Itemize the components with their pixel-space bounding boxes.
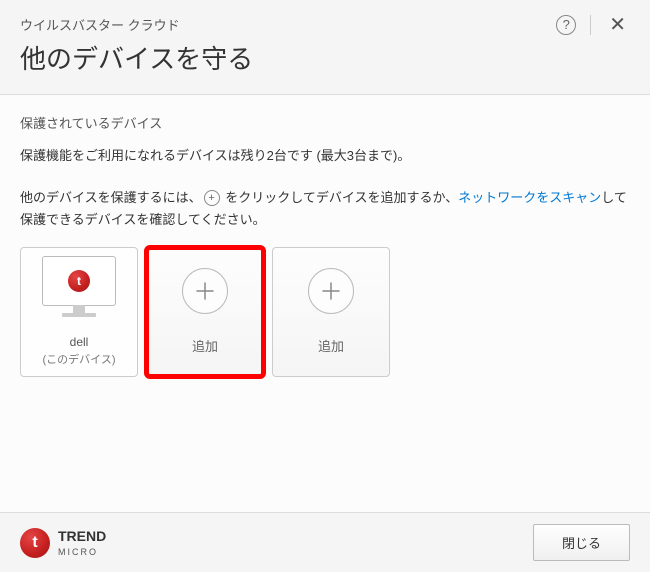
device-cards: t dell (このデバイス) 追加 追加 [20, 247, 630, 377]
monitor-icon: t [42, 256, 116, 306]
divider [590, 15, 591, 35]
help-icon[interactable]: ? [556, 15, 576, 35]
footer: t TRENDMICRO 閉じる [0, 512, 650, 572]
section-label: 保護されているデバイス [20, 113, 630, 132]
close-icon[interactable]: ✕ [605, 12, 630, 37]
trend-micro-logo-icon: t [20, 528, 50, 558]
trend-micro-icon: t [68, 270, 90, 292]
add-device-card-1[interactable]: 追加 [146, 247, 264, 377]
add-device-card-2[interactable]: 追加 [272, 247, 390, 377]
close-button[interactable]: 閉じる [533, 524, 630, 561]
add-label: 追加 [318, 336, 344, 355]
brand: t TRENDMICRO [20, 528, 106, 558]
network-scan-link[interactable]: ネットワークをスキャン [458, 190, 601, 205]
window-header: ウイルスバスター クラウド ? ✕ 他のデバイスを守る [0, 0, 650, 95]
device-name: dell (このデバイス) [43, 334, 116, 368]
current-device-card[interactable]: t dell (このデバイス) [20, 247, 138, 377]
plus-inline-icon: + [204, 190, 220, 206]
plus-icon [182, 268, 228, 314]
brand-text: TRENDMICRO [58, 529, 106, 557]
app-subtitle: ウイルスバスター クラウド [20, 15, 180, 34]
instruction-text: 他のデバイスを保護するには、+ をクリックしてデバイスを追加するか、ネットワーク… [20, 187, 630, 231]
remaining-devices-text: 保護機能をご利用になれるデバイスは残り2台です (最大3台まで)。 [20, 146, 630, 167]
add-label: 追加 [192, 336, 218, 355]
main-content: 保護されているデバイス 保護機能をご利用になれるデバイスは残り2台です (最大3… [0, 95, 650, 512]
page-title: 他のデバイスを守る [20, 39, 630, 76]
plus-icon [308, 268, 354, 314]
